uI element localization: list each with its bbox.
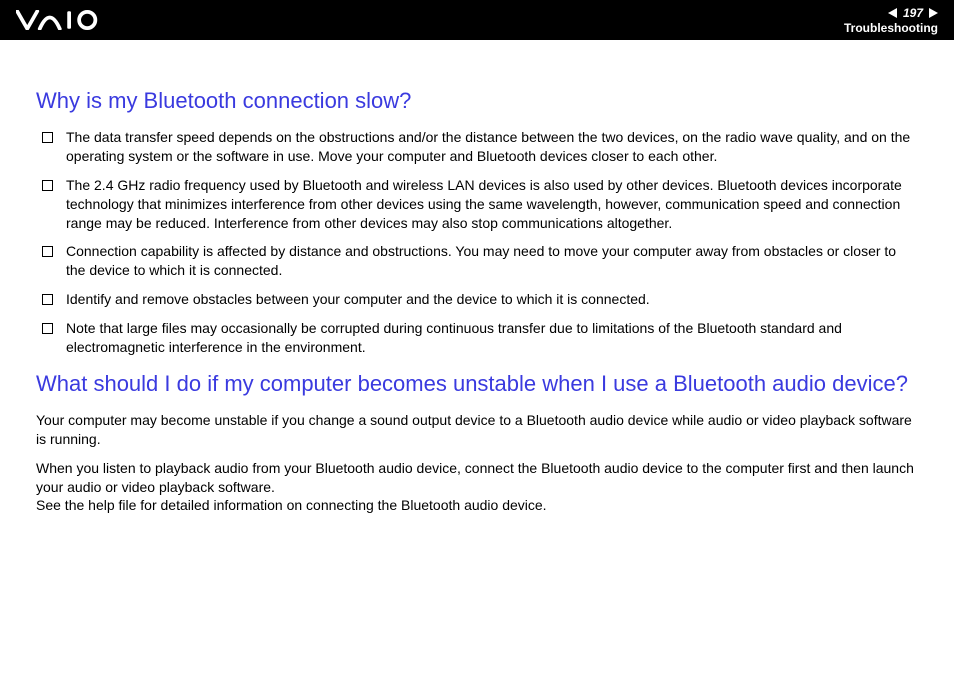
header-right: 197 Troubleshooting: [844, 6, 938, 35]
page-number: 197: [903, 6, 923, 20]
section-title: Troubleshooting: [844, 21, 938, 35]
question-heading-2: What should I do if my computer becomes …: [36, 371, 918, 397]
question-heading-1: Why is my Bluetooth connection slow?: [36, 88, 918, 114]
prev-page-arrow-icon[interactable]: [888, 8, 897, 18]
next-page-arrow-icon[interactable]: [929, 8, 938, 18]
document-page: 197 Troubleshooting Why is my Bluetooth …: [0, 0, 954, 674]
answer-paragraph: When you listen to playback audio from y…: [36, 459, 918, 516]
answer-list-1: The data transfer speed depends on the o…: [36, 128, 918, 357]
list-item: The 2.4 GHz radio frequency used by Blue…: [36, 176, 918, 233]
list-item: Connection capability is affected by dis…: [36, 242, 918, 280]
answer-paragraph: Your computer may become unstable if you…: [36, 411, 918, 449]
page-header: 197 Troubleshooting: [0, 0, 954, 40]
page-pager: 197: [888, 6, 938, 20]
list-item: The data transfer speed depends on the o…: [36, 128, 918, 166]
list-item: Identify and remove obstacles between yo…: [36, 290, 918, 309]
page-content: Why is my Bluetooth connection slow? The…: [0, 40, 954, 515]
vaio-logo: [16, 10, 116, 30]
list-item: Note that large files may occasionally b…: [36, 319, 918, 357]
